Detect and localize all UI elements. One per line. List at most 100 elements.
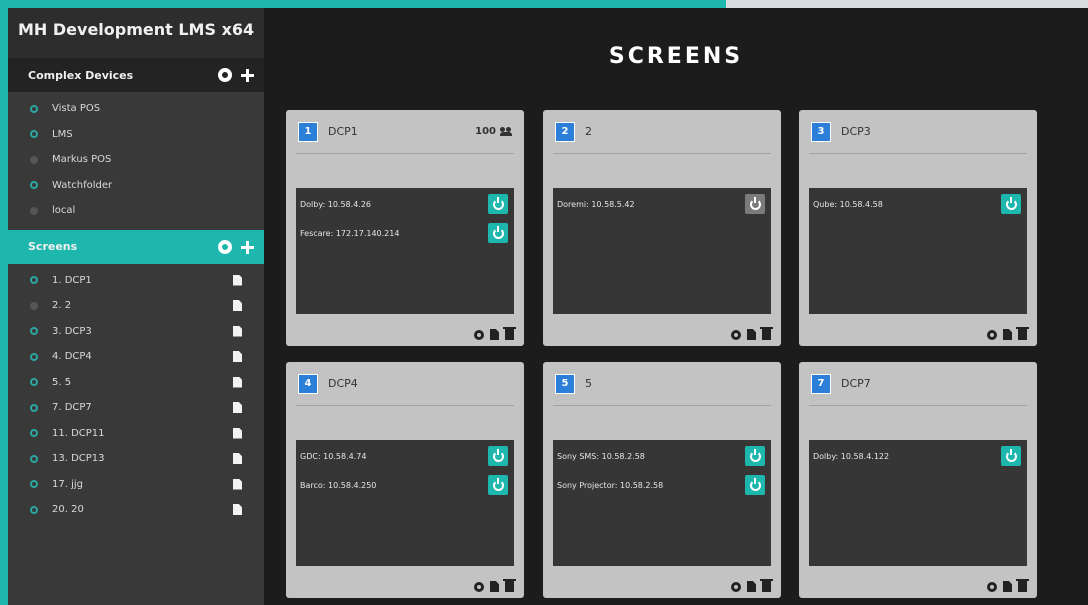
power-button[interactable]: [745, 446, 765, 466]
sidebar-device-item[interactable]: Markus POS: [8, 147, 264, 173]
sidebar-screen-item[interactable]: 5. 5: [8, 370, 264, 396]
sidebar: MH Development LMS x64 Complex Devices V…: [8, 8, 264, 605]
power-button[interactable]: [745, 194, 765, 214]
complex-devices-label: Complex Devices: [28, 68, 134, 82]
card-header: 3 DCP3: [809, 110, 1027, 154]
device-label: Sony Projector: 10.58.2.58: [557, 480, 664, 490]
sidebar-screen-item[interactable]: 17. jjg: [8, 472, 264, 498]
document-icon[interactable]: [233, 351, 242, 362]
screens-list: 1. DCP1 2. 2 3. DCP3 4. DCP4 5. 5 7. DCP7 11. …: [8, 264, 264, 523]
settings-icon[interactable]: [731, 329, 741, 340]
document-icon[interactable]: [1003, 329, 1012, 340]
sidebar-screen-label: 7. DCP7: [52, 402, 92, 414]
device-row: Dolby: 10.58.4.122: [809, 443, 1027, 469]
device-panel: Doremi: 10.58.5.42: [553, 188, 771, 314]
document-icon[interactable]: [490, 581, 499, 592]
screen-number-badge: 3: [811, 121, 831, 142]
screen-number-badge: 2: [555, 121, 575, 142]
settings-icon[interactable]: [474, 329, 484, 340]
status-dot-icon: [30, 378, 38, 387]
sidebar-screen-item[interactable]: 4. DCP4: [8, 344, 264, 370]
document-icon[interactable]: [233, 376, 242, 388]
document-icon[interactable]: [233, 402, 242, 413]
screen-name[interactable]: DCP4: [328, 377, 358, 390]
device-row: Doremi: 10.58.5.42: [553, 191, 771, 217]
screen-card: 1 DCP1 100 Dolby: 10.58.4.26 Fescare: 172.17…: [286, 110, 524, 346]
sidebar-screen-label: 3. DCP3: [52, 325, 92, 337]
settings-icon[interactable]: [987, 329, 997, 340]
power-button[interactable]: [1001, 446, 1021, 466]
power-button[interactable]: [745, 475, 765, 495]
screen-number-badge: 5: [555, 373, 575, 394]
screen-card: 4 DCP4 GDC: 10.58.4.74 Barco: 10.58.4.250: [286, 362, 524, 598]
sidebar-device-item[interactable]: Watchfolder: [8, 173, 264, 199]
sidebar-screen-item[interactable]: 3. DCP3: [8, 319, 264, 345]
power-button[interactable]: [488, 446, 508, 466]
trash-icon[interactable]: [760, 327, 773, 340]
sidebar-device-label: LMS: [52, 128, 73, 140]
gear-icon[interactable]: [218, 68, 232, 82]
sidebar-device-label: local: [52, 205, 76, 217]
trash-icon[interactable]: [503, 579, 516, 592]
screens-header: Screens: [8, 229, 264, 264]
document-icon[interactable]: [747, 329, 756, 340]
add-device-icon[interactable]: [240, 68, 254, 82]
trash-icon[interactable]: [1016, 327, 1029, 340]
card-header: 22: [553, 110, 771, 154]
sidebar-screen-item[interactable]: 7. DCP7: [8, 395, 264, 421]
app-title: MH Development LMS x64: [8, 8, 264, 58]
power-icon: [492, 477, 504, 491]
screen-name[interactable]: 5: [585, 377, 592, 390]
screen-card: 2 2 Doremi: 10.58.5.42: [543, 110, 781, 346]
device-label: Barco: 10.58.4.250: [300, 480, 377, 490]
sidebar-screen-item[interactable]: 11. DCP11: [8, 421, 264, 447]
power-icon: [1005, 196, 1017, 210]
gear-icon[interactable]: [218, 239, 232, 254]
screen-name[interactable]: DCP3: [841, 125, 871, 138]
device-label: Fescare: 172.17.140.214: [300, 228, 400, 238]
sidebar-device-item[interactable]: Vista POS: [8, 96, 264, 122]
device-row: Fescare: 172.17.140.214: [296, 220, 514, 246]
document-icon[interactable]: [233, 504, 242, 515]
power-button[interactable]: [1001, 194, 1021, 214]
page-title: SCREENS: [608, 44, 744, 69]
document-icon[interactable]: [233, 274, 242, 286]
card-header: 1 DCP1 100: [296, 110, 514, 154]
trash-icon[interactable]: [1016, 579, 1029, 592]
power-icon: [749, 448, 761, 462]
sidebar-device-item[interactable]: LMS: [8, 122, 264, 148]
power-button[interactable]: [488, 475, 508, 495]
trash-icon[interactable]: [760, 579, 773, 592]
screen-name[interactable]: DCP1: [328, 125, 358, 138]
document-icon[interactable]: [233, 478, 242, 490]
power-button[interactable]: [488, 223, 508, 243]
screen-name[interactable]: DCP7: [841, 377, 871, 390]
document-icon[interactable]: [233, 325, 242, 337]
settings-icon[interactable]: [731, 581, 741, 592]
sidebar-device-item[interactable]: local: [8, 198, 264, 224]
sidebar-screen-item[interactable]: 2. 2: [8, 293, 264, 319]
sidebar-device-label: Vista POS: [52, 103, 101, 115]
sidebar-screen-item[interactable]: 13. DCP13: [8, 446, 264, 472]
power-button[interactable]: [488, 194, 508, 214]
add-screen-icon[interactable]: [240, 240, 254, 254]
document-icon[interactable]: [1003, 581, 1012, 592]
settings-icon[interactable]: [474, 581, 484, 592]
status-dot-icon: [30, 301, 38, 310]
document-icon[interactable]: [233, 453, 242, 464]
device-list: Vista POS LMS Markus POS Watchfolder local: [8, 92, 264, 230]
trash-icon[interactable]: [503, 327, 516, 340]
sidebar-screen-item[interactable]: 1. DCP1: [8, 268, 264, 294]
sidebar-screen-item[interactable]: 20. 20: [8, 497, 264, 523]
document-icon[interactable]: [233, 427, 242, 439]
card-actions: [474, 327, 516, 340]
screen-name[interactable]: 2: [585, 125, 592, 138]
document-icon[interactable]: [233, 300, 242, 311]
settings-icon[interactable]: [987, 581, 997, 592]
document-icon[interactable]: [490, 329, 499, 340]
status-dot-icon: [30, 130, 38, 139]
device-panel: Dolby: 10.58.4.26 Fescare: 172.17.140.214: [296, 188, 514, 314]
document-icon[interactable]: [747, 581, 756, 592]
status-dot-icon: [30, 505, 38, 514]
status-dot-icon: [30, 206, 38, 215]
